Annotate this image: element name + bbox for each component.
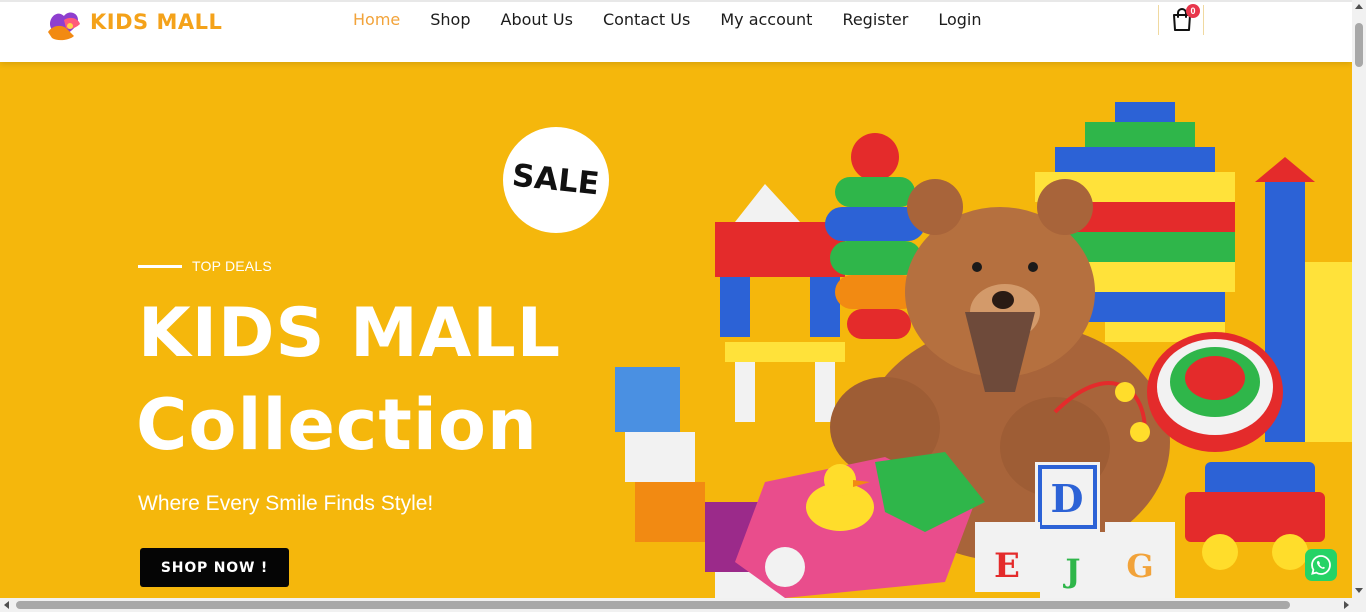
toys-illustration: D E J G [615,102,1352,598]
horizontal-scrollbar[interactable] [0,598,1366,612]
vertical-scrollbar[interactable] [1352,0,1366,598]
svg-text:J: J [1062,552,1080,590]
eyebrow-text: TOP DEALS [192,258,272,274]
cart-button[interactable]: 0 [1158,4,1204,35]
main-nav: Home Shop About Us Contact Us My account… [338,8,996,32]
nav-login[interactable]: Login [923,8,996,32]
scroll-down-arrow-icon[interactable] [1355,588,1363,593]
svg-text:G: G [1126,547,1153,585]
nav-contact-us[interactable]: Contact Us [588,8,705,32]
site-header: KIDS MALL Home Shop About Us Contact Us … [0,0,1352,62]
nav-shop[interactable]: Shop [415,8,485,32]
vertical-scroll-thumb[interactable] [1355,23,1363,67]
hero-title-line2: Collection [136,384,538,466]
svg-text:D: D [1051,476,1084,521]
cart-count-badge: 0 [1186,4,1200,18]
hero-banner: D E J G SALE TOP DEALS KIDS MALL Collect… [0,62,1352,598]
hero-title-line1: KIDS MALL [138,294,562,373]
whatsapp-icon [1311,555,1331,575]
nav-my-account[interactable]: My account [705,8,827,32]
shop-now-button[interactable]: SHOP NOW ! [140,548,289,587]
whatsapp-button[interactable] [1305,549,1337,581]
site-logo[interactable]: KIDS MALL [44,2,222,42]
eyebrow-line [138,264,182,268]
hero-eyebrow: TOP DEALS [138,258,272,274]
sale-badge-text: SALE [510,157,602,203]
nav-home[interactable]: Home [338,8,415,32]
scroll-up-arrow-icon[interactable] [1355,4,1363,9]
nav-about-us[interactable]: About Us [486,8,588,32]
page: KIDS MALL Home Shop About Us Contact Us … [0,0,1366,612]
nav-register[interactable]: Register [827,8,923,32]
scroll-left-arrow-icon[interactable] [4,601,9,609]
hero-tagline: Where Every Smile Finds Style! [138,492,434,515]
logo-text: KIDS MALL [90,10,223,34]
sale-badge: SALE [503,127,609,233]
horizontal-scroll-thumb[interactable] [16,601,1290,609]
svg-text:E: E [994,546,1020,586]
scroll-right-arrow-icon[interactable] [1344,601,1349,609]
logo-icon [48,12,80,41]
